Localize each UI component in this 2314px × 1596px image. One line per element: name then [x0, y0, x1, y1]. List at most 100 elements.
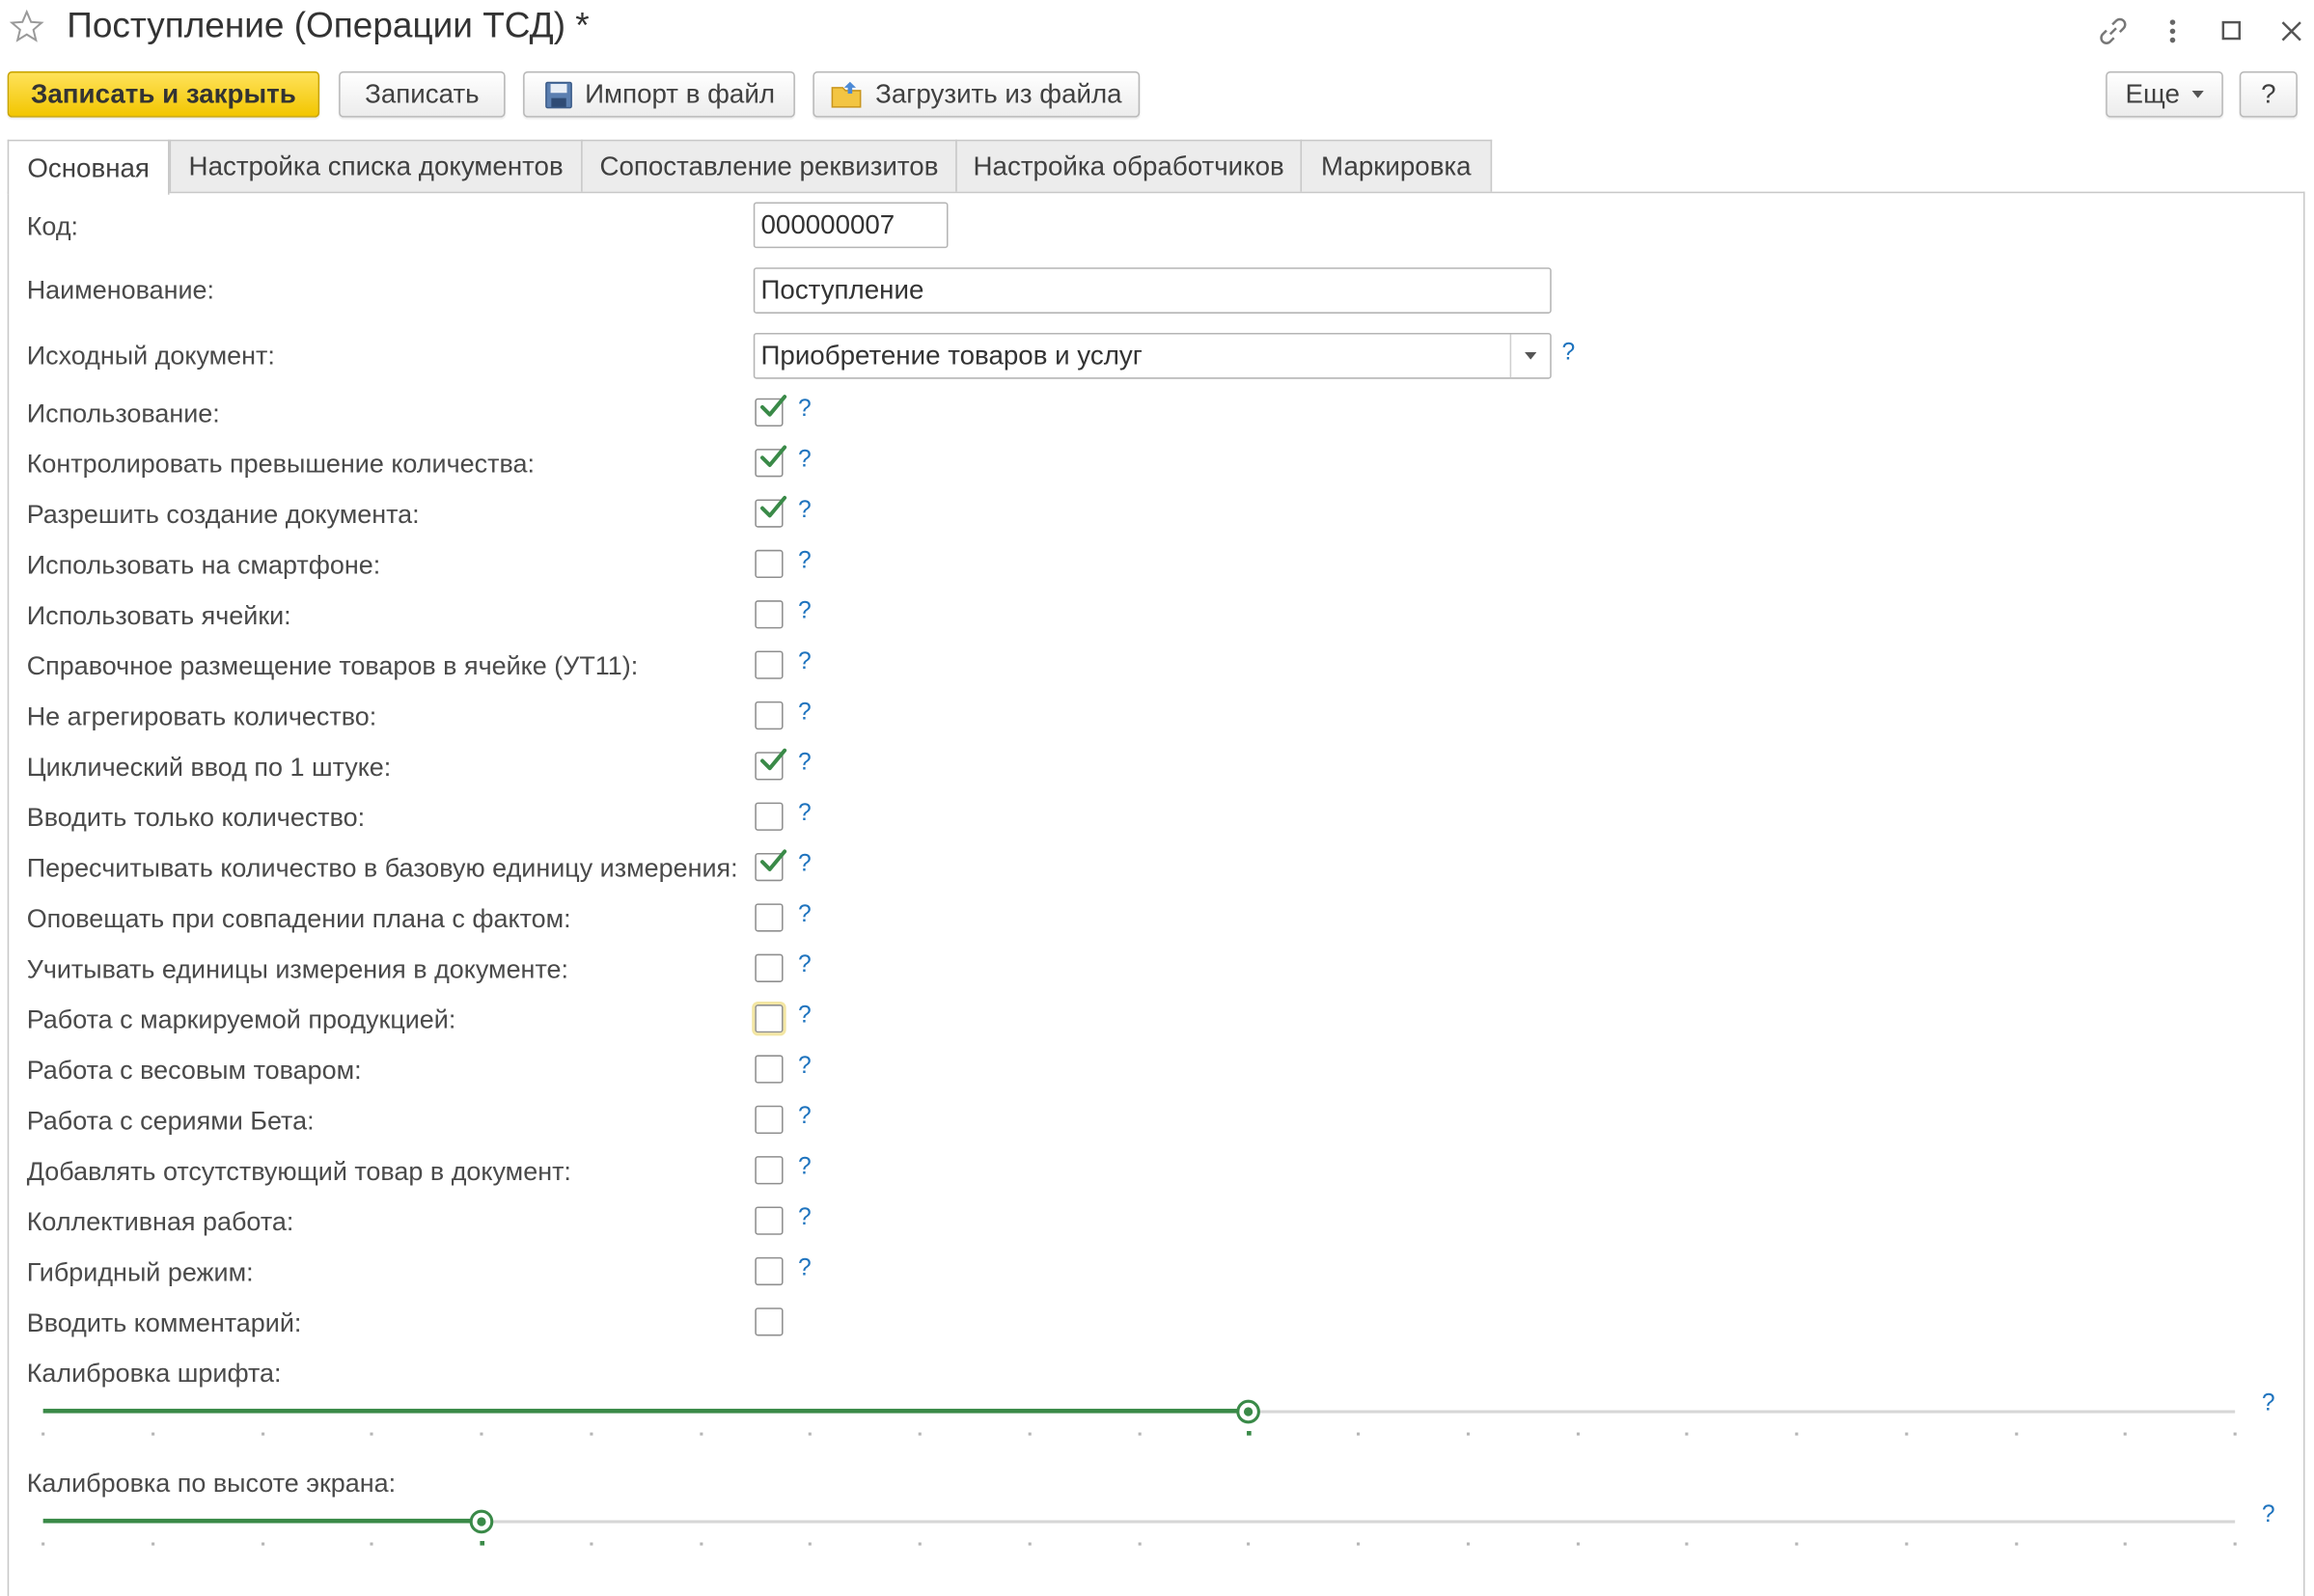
help-icon[interactable]: ? [798, 1155, 812, 1182]
font-calibration-label: Калибровка шрифта: [26, 1358, 282, 1389]
checkbox-label: Разрешить создание документа: [26, 499, 420, 530]
slider-tick [1685, 1542, 1689, 1546]
checkbox[interactable] [755, 849, 787, 882]
checkbox[interactable] [755, 748, 787, 781]
link-icon[interactable] [2095, 14, 2131, 49]
close-icon[interactable] [2273, 14, 2309, 49]
checkbox[interactable] [755, 953, 784, 982]
maximize-icon[interactable] [2215, 14, 2250, 49]
slider-tick [41, 1432, 45, 1436]
chevron-down-icon[interactable] [1509, 334, 1551, 378]
star-icon[interactable] [9, 9, 47, 47]
tab-handler-settings-label: Настройка обработчиков [973, 151, 1284, 181]
slider-tick [1904, 1542, 1908, 1546]
save-and-close-label: Записать и закрыть [31, 78, 296, 109]
checkbox[interactable] [752, 1001, 786, 1036]
help-icon[interactable]: ? [798, 599, 812, 626]
slider-tick [2124, 1432, 2128, 1436]
source-document-select[interactable]: Приобретение товаров и услуг [753, 332, 1552, 379]
help-icon[interactable]: ? [798, 1255, 812, 1282]
help-icon[interactable]: ? [798, 448, 812, 475]
help-icon[interactable]: ? [798, 902, 812, 929]
checkbox[interactable] [755, 802, 784, 831]
help-icon[interactable]: ? [798, 548, 812, 575]
tab-attribute-mapping[interactable]: Сопоставление реквизитов [581, 139, 957, 194]
help-icon[interactable]: ? [798, 801, 812, 828]
checkbox[interactable] [755, 1256, 784, 1286]
checkbox[interactable] [755, 903, 784, 932]
screen-height-calibration-slider[interactable] [41, 1509, 2237, 1552]
code-field[interactable]: 000000007 [753, 202, 949, 249]
help-icon[interactable]: ? [798, 851, 812, 878]
save-button[interactable]: Записать [339, 70, 506, 118]
save-and-close-button[interactable]: Записать и закрыть [7, 70, 320, 118]
more-menu-label: Еще [2125, 78, 2180, 109]
checkbox-label: Вводить комментарий: [26, 1307, 302, 1337]
more-menu-button[interactable]: Еще [2106, 70, 2223, 118]
slider-tick [589, 1432, 593, 1436]
code-label: Код: [26, 210, 79, 241]
tab-document-list-settings[interactable]: Настройка списка документов [169, 139, 583, 194]
slider-tick [1028, 1432, 1032, 1436]
tab-attribute-mapping-label: Сопоставление реквизитов [599, 151, 939, 181]
slider-tick [918, 1542, 922, 1546]
slider-tick [699, 1542, 702, 1546]
help-icon[interactable]: ? [798, 649, 812, 676]
checkbox[interactable] [755, 1307, 784, 1336]
checkbox[interactable] [755, 445, 787, 478]
slider-tick [809, 1432, 813, 1436]
slider-tick [589, 1542, 593, 1546]
slider-tick [1904, 1432, 1908, 1436]
checkbox[interactable] [755, 495, 787, 528]
checkbox[interactable] [755, 1156, 784, 1185]
slider-thumb[interactable] [469, 1509, 494, 1534]
help-icon[interactable]: ? [798, 498, 812, 525]
help-icon[interactable]: ? [798, 1004, 812, 1031]
screen-height-calibration-label: Калибровка по высоте экрана: [26, 1468, 397, 1499]
more-vertical-icon[interactable] [2155, 14, 2190, 49]
slider-tick [809, 1542, 813, 1546]
help-icon[interactable]: ? [798, 700, 812, 727]
help-button[interactable]: ? [2239, 70, 2298, 118]
checkbox[interactable] [755, 650, 784, 679]
checkbox[interactable] [755, 1105, 784, 1135]
slider-tick [2014, 1432, 2018, 1436]
slider-tick [1466, 1432, 1470, 1436]
checkbox[interactable] [755, 549, 784, 579]
checkbox[interactable] [755, 701, 784, 730]
slider-tick [480, 1540, 485, 1546]
load-from-file-button[interactable]: Загрузить из файла [813, 70, 1141, 118]
import-to-file-button[interactable]: Импорт в файл [523, 70, 795, 118]
slider-tick [2233, 1542, 2237, 1546]
help-icon[interactable]: ? [798, 1104, 812, 1131]
checkbox-label: Использовать ячейки: [26, 600, 291, 630]
slider-tick [699, 1432, 702, 1436]
help-icon[interactable]: ? [798, 397, 812, 424]
help-icon[interactable]: ? [798, 952, 812, 979]
font-calibration-help[interactable]: ? [2262, 1390, 2275, 1417]
tab-handler-settings[interactable]: Настройка обработчиков [955, 139, 1303, 194]
tab-document-list-settings-label: Настройка списка документов [188, 151, 564, 181]
floppy-disk-icon [543, 79, 573, 109]
checkbox[interactable] [755, 600, 784, 629]
font-calibration-slider[interactable] [41, 1399, 2237, 1442]
slider-fill [42, 1518, 482, 1524]
form-window: Поступление (Операции ТСД) * Записать и … [0, 0, 2314, 1596]
name-field[interactable]: Поступление [753, 267, 1552, 314]
load-from-file-label: Загрузить из файла [875, 78, 1122, 109]
slider-tick [2233, 1432, 2237, 1436]
slider-tick [1247, 1431, 1253, 1436]
help-icon[interactable]: ? [798, 1054, 812, 1081]
checkbox[interactable] [755, 1055, 784, 1084]
checkbox-label: Использовать на смартфоне: [26, 549, 381, 580]
tab-main[interactable]: Основная [7, 139, 170, 195]
checkmark-icon [760, 495, 787, 518]
checkbox[interactable] [755, 1206, 784, 1235]
tab-marking[interactable]: Маркировка [1300, 139, 1493, 194]
help-icon[interactable]: ? [798, 751, 812, 778]
screen-height-calibration-help[interactable]: ? [2262, 1502, 2275, 1529]
checkbox[interactable] [755, 395, 787, 427]
source-document-help[interactable]: ? [1562, 341, 1576, 368]
slider-thumb[interactable] [1236, 1399, 1261, 1424]
help-icon[interactable]: ? [798, 1205, 812, 1232]
